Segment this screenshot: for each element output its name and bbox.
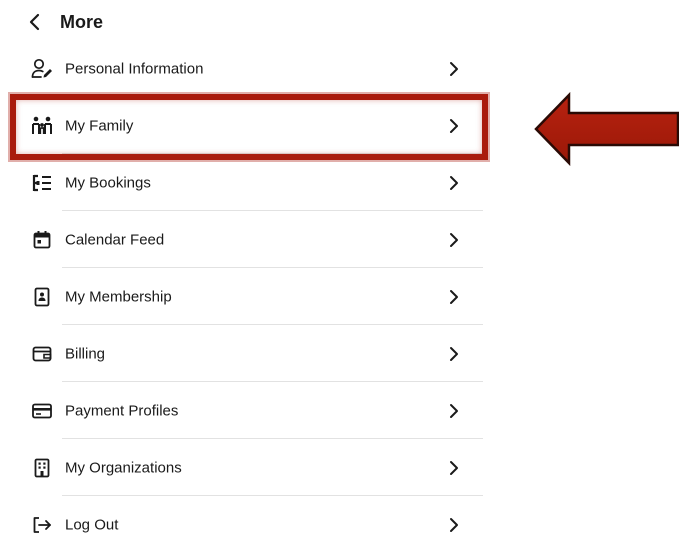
chevron-right-icon (447, 175, 461, 191)
arrow-left-icon (534, 92, 679, 166)
user-edit-icon (31, 58, 53, 80)
chevron-right-icon (447, 232, 461, 248)
menu-item-personal-information[interactable]: Personal Information (0, 40, 490, 97)
page-title: More (60, 11, 104, 32)
back-button[interactable] (28, 8, 50, 36)
chevron-right-icon (447, 118, 461, 134)
menu-item-label: Payment Profiles (65, 402, 179, 419)
menu-item-payment-profiles[interactable]: Payment Profiles (0, 382, 490, 439)
menu-item-label: My Organizations (65, 459, 182, 476)
menu-item-label: Personal Information (65, 60, 204, 77)
building-icon (31, 457, 53, 479)
more-menu: Personal Information My Family My Bookin… (0, 40, 490, 553)
menu-item-my-organizations[interactable]: My Organizations (0, 439, 490, 496)
menu-item-label: Log Out (65, 516, 119, 533)
menu-item-calendar-feed[interactable]: Calendar Feed (0, 211, 490, 268)
chevron-right-icon (447, 346, 461, 362)
header: More (28, 8, 103, 36)
menu-item-label: My Family (65, 117, 134, 134)
chevron-right-icon (447, 517, 461, 533)
logout-icon (31, 514, 53, 536)
wallet-icon (31, 343, 53, 365)
menu-item-my-membership[interactable]: My Membership (0, 268, 490, 325)
menu-item-label: Billing (65, 345, 106, 362)
credit-card-icon (31, 400, 53, 422)
menu-item-label: My Membership (65, 288, 172, 305)
chevron-right-icon (447, 403, 461, 419)
menu-item-billing[interactable]: Billing (0, 325, 490, 382)
menu-item-my-family[interactable]: My Family (0, 97, 490, 154)
calendar-icon (31, 229, 53, 251)
chevron-right-icon (447, 289, 461, 305)
id-badge-icon (31, 286, 53, 308)
menu-item-label: Calendar Feed (65, 231, 165, 248)
list-icon (31, 172, 53, 194)
menu-item-my-bookings[interactable]: My Bookings (0, 154, 490, 211)
chevron-left-icon (29, 13, 40, 31)
menu-item-label: My Bookings (65, 174, 151, 191)
chevron-right-icon (447, 61, 461, 77)
chevron-right-icon (447, 460, 461, 476)
menu-item-log-out[interactable]: Log Out (0, 496, 490, 553)
family-icon (31, 115, 53, 137)
